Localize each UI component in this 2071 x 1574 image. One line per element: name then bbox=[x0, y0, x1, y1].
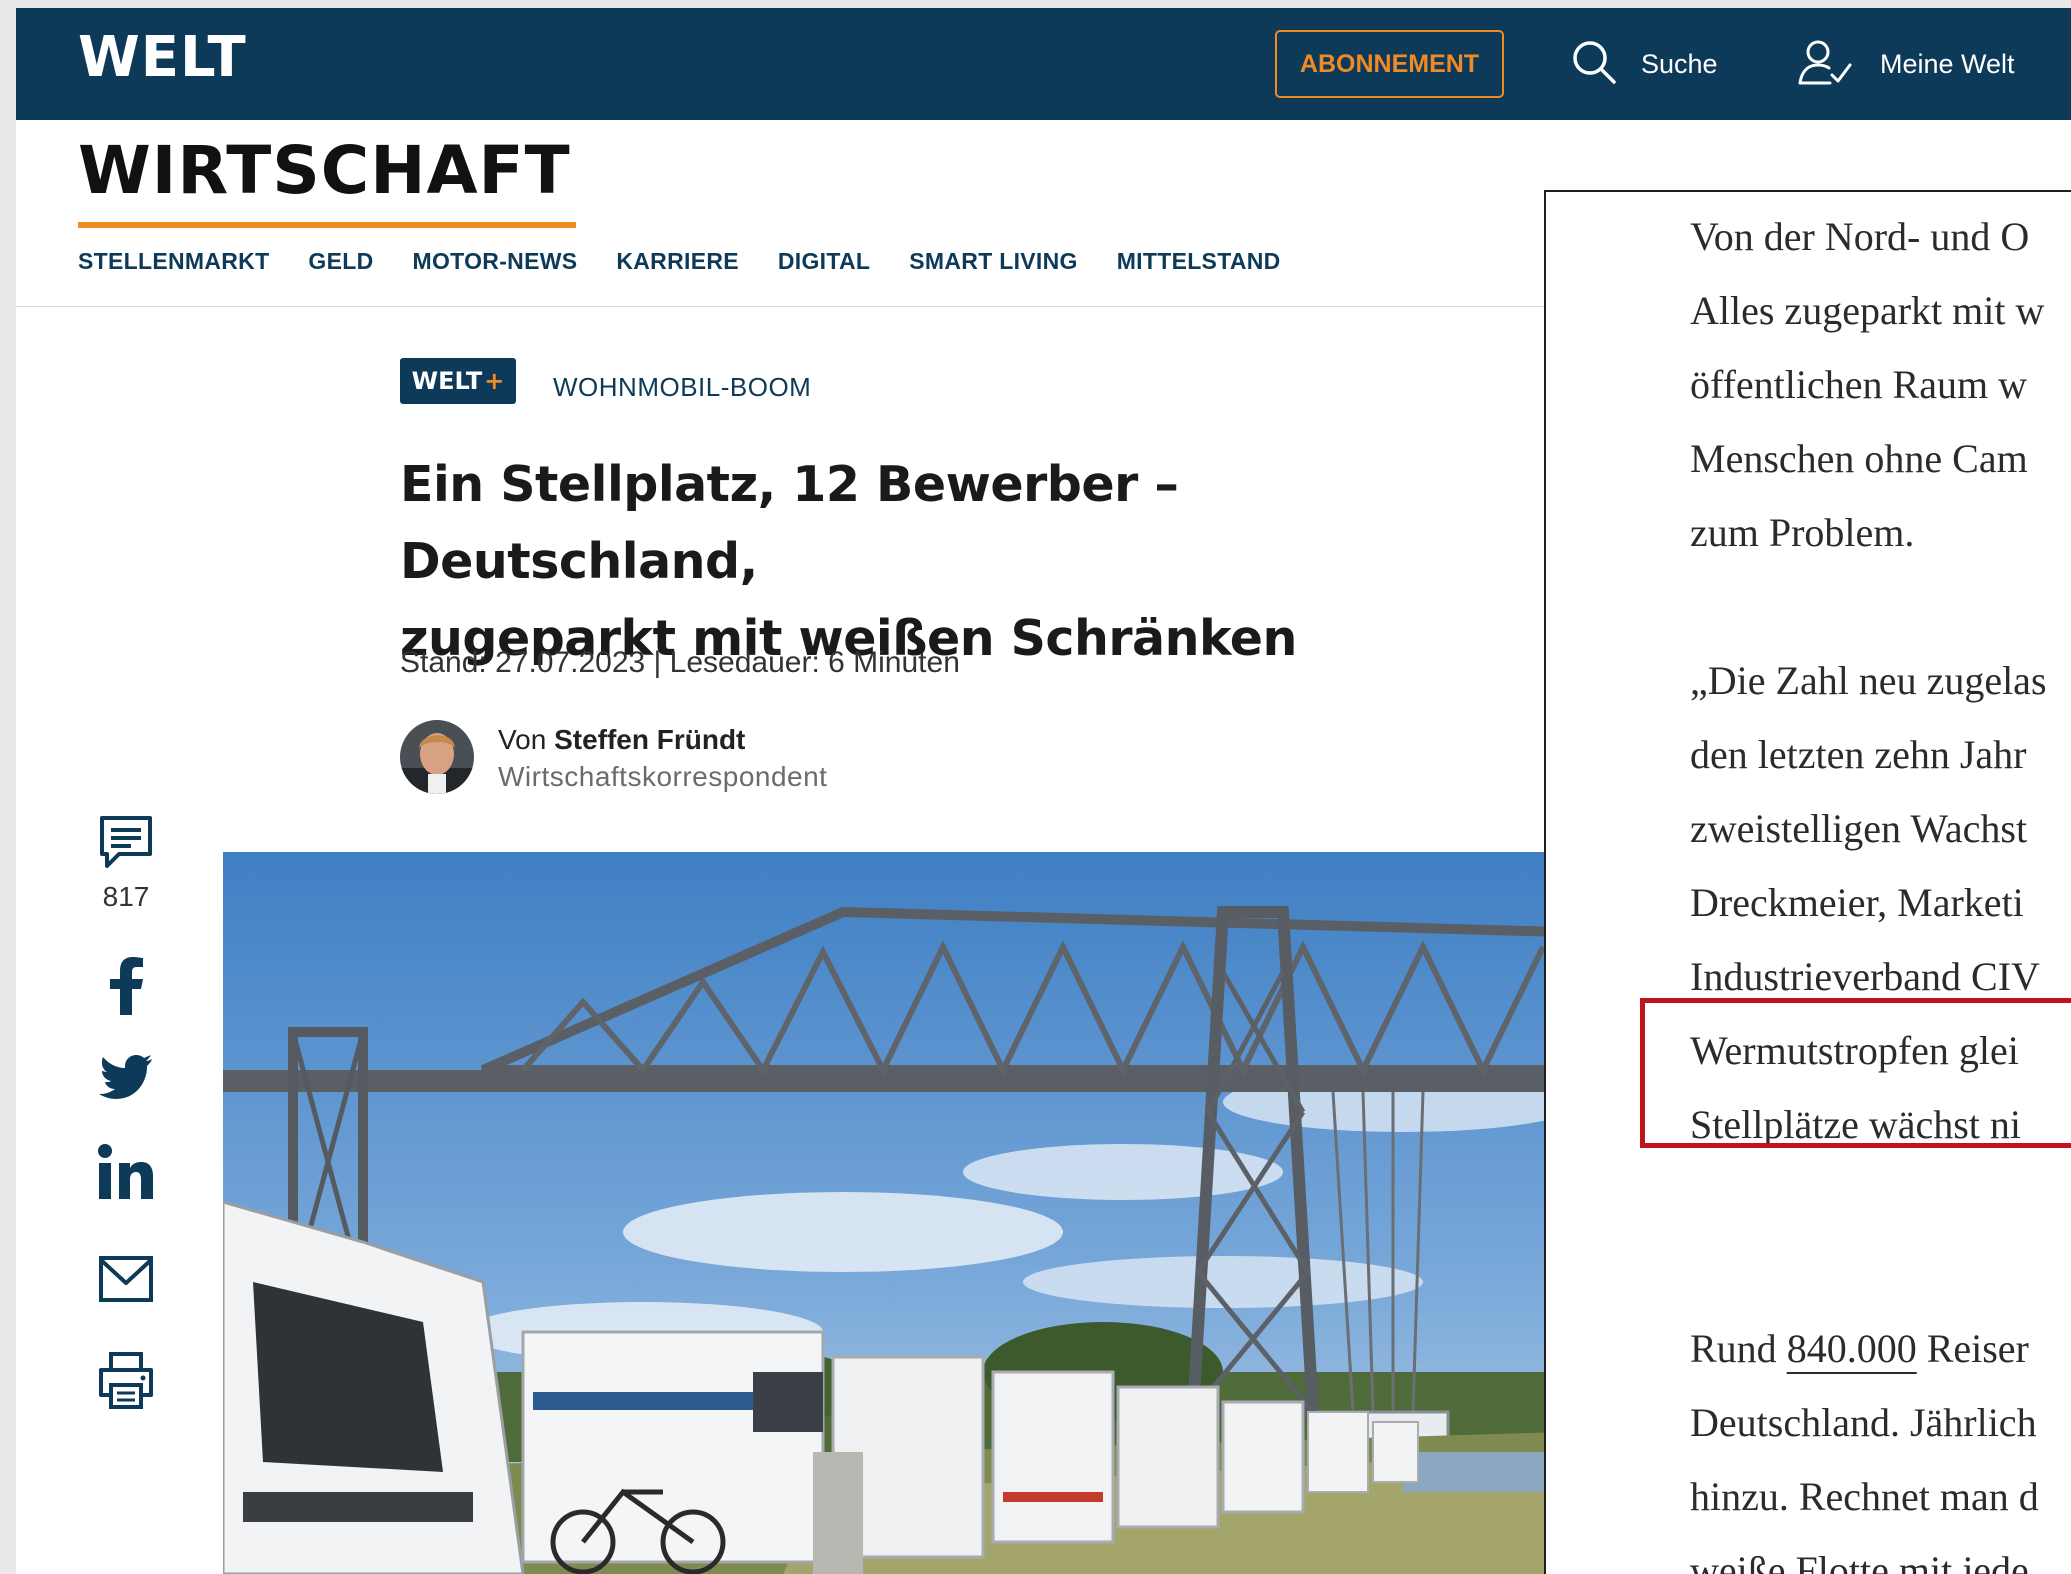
author-name-link[interactable]: Steffen Fründt bbox=[554, 724, 745, 755]
section-title[interactable]: WIRTSCHAFT bbox=[78, 132, 571, 209]
subnav-smart-living[interactable]: SMART LIVING bbox=[909, 248, 1077, 275]
user-check-icon bbox=[1796, 37, 1852, 91]
search-label: Suche bbox=[1641, 48, 1718, 79]
subnav-motor-news[interactable]: MOTOR-NEWS bbox=[413, 248, 578, 275]
search-icon bbox=[1571, 39, 1617, 89]
article-meta: Stand: 27.07.2023 | Lesedauer: 6 Minuten bbox=[400, 646, 960, 679]
subnav-geld[interactable]: GELD bbox=[308, 248, 373, 275]
section-underline bbox=[78, 222, 576, 228]
paragraph-1-line-4: Menschen ohne Cam bbox=[1690, 436, 2028, 481]
paragraph-2-line-6: Wermutstropfen glei bbox=[1690, 1028, 2019, 1073]
search-button[interactable]: Suche bbox=[1571, 38, 1718, 90]
article-text-panel: Von der Nord- und O Alles zugeparkt mit … bbox=[1544, 190, 2071, 1574]
paragraph-2-line-4: Dreckmeier, Marketi bbox=[1690, 880, 2024, 925]
subnav-digital[interactable]: DIGITAL bbox=[778, 248, 870, 275]
my-welt-label: Meine Welt bbox=[1880, 48, 2015, 79]
paragraph-3-rest: Reiser bbox=[1916, 1326, 2029, 1371]
paragraph-3-line-3: hinzu. Rechnet man d bbox=[1690, 1474, 2039, 1519]
paragraph-3-prefix: Rund bbox=[1690, 1326, 1787, 1371]
comment-count: 817 bbox=[102, 881, 150, 912]
paragraph-2-line-3: zweistelligen Wachst bbox=[1690, 806, 2028, 851]
paragraph-3-line-2: Deutschland. Jährlich bbox=[1690, 1400, 2037, 1445]
paragraph-2-line-5: Industrieverband CIV bbox=[1690, 954, 2040, 999]
welt-logo[interactable]: WELT bbox=[78, 30, 247, 86]
subnav-karriere[interactable]: KARRIERE bbox=[616, 248, 739, 275]
headline-line-1: Ein Stellplatz, 12 Bewerber – Deutschlan… bbox=[400, 456, 1179, 590]
paragraph-2-line-2: den letzten zehn Jahr bbox=[1690, 732, 2027, 777]
author-role: Wirtschaftskorrespondent bbox=[498, 761, 828, 792]
browser-page: WELT ABONNEMENT Suche Meine Welt WIRTSCH… bbox=[16, 8, 2071, 1574]
paragraph-1-line-1: Von der Nord- und O bbox=[1690, 214, 2030, 259]
welt-plus-badge[interactable]: WELT + bbox=[400, 358, 516, 404]
paragraph-1-line-2: Alles zugeparkt mit w bbox=[1690, 288, 2045, 333]
article-hero-image[interactable] bbox=[223, 852, 1563, 1574]
mail-icon bbox=[98, 1255, 154, 1307]
twitter-share-button[interactable] bbox=[86, 1053, 166, 1103]
welt-plus-badge-plus: + bbox=[484, 367, 505, 395]
paragraph-1: Von der Nord- und O Alles zugeparkt mit … bbox=[1690, 200, 2071, 570]
paragraph-2: „Die Zahl neu zugelas den letzten zehn J… bbox=[1690, 644, 2071, 1162]
paragraph-2-line-7: Stellplätze wächst ni bbox=[1690, 1102, 2022, 1147]
welt-plus-badge-label: WELT bbox=[411, 367, 483, 395]
linkedin-icon bbox=[97, 1143, 155, 1205]
subnav-mittelstand[interactable]: MITTELSTAND bbox=[1117, 248, 1281, 275]
paragraph-2-line-1: „Die Zahl neu zugelas bbox=[1690, 658, 2047, 703]
paragraph-3-line-4: weiße Flotte mit jede bbox=[1690, 1548, 2029, 1574]
paragraph-3: Rund 840.000 Reiser Deutschland. Jährlic… bbox=[1690, 1312, 2071, 1574]
linkedin-share-button[interactable] bbox=[86, 1143, 166, 1205]
section-subnav: STELLENMARKT GELD MOTOR-NEWS KARRIERE DI… bbox=[78, 248, 1281, 275]
paragraph-1-line-3: öffentlichen Raum w bbox=[1690, 362, 2027, 407]
paragraph-3-line-1: Rund 840.000 Reiser bbox=[1690, 1312, 2071, 1386]
article-kicker[interactable]: WOHNMOBIL-BOOM bbox=[553, 372, 811, 403]
statistic-link[interactable]: 840.000 bbox=[1787, 1326, 1917, 1371]
facebook-icon bbox=[106, 957, 146, 1019]
comment-icon bbox=[97, 813, 155, 875]
top-navigation-bar: WELT ABONNEMENT Suche Meine Welt bbox=[16, 8, 2071, 120]
email-share-button[interactable] bbox=[86, 1255, 166, 1307]
print-icon bbox=[97, 1351, 155, 1413]
comments-button[interactable]: 817 bbox=[86, 813, 166, 913]
subscribe-button[interactable]: ABONNEMENT bbox=[1275, 30, 1504, 98]
subnav-stellenmarkt[interactable]: STELLENMARKT bbox=[78, 248, 269, 275]
article-headline: Ein Stellplatz, 12 Bewerber – Deutschlan… bbox=[400, 446, 1550, 677]
paragraph-1-line-5: zum Problem. bbox=[1690, 510, 1915, 555]
twitter-icon bbox=[99, 1053, 153, 1103]
author-avatar[interactable] bbox=[400, 720, 474, 794]
facebook-share-button[interactable] bbox=[86, 957, 166, 1019]
print-button[interactable] bbox=[86, 1351, 166, 1413]
section-divider bbox=[16, 306, 1546, 307]
author-prefix: Von bbox=[498, 724, 547, 755]
author-byline: Von Steffen Fründt bbox=[498, 724, 745, 756]
my-welt-button[interactable]: Meine Welt bbox=[1796, 38, 2015, 90]
